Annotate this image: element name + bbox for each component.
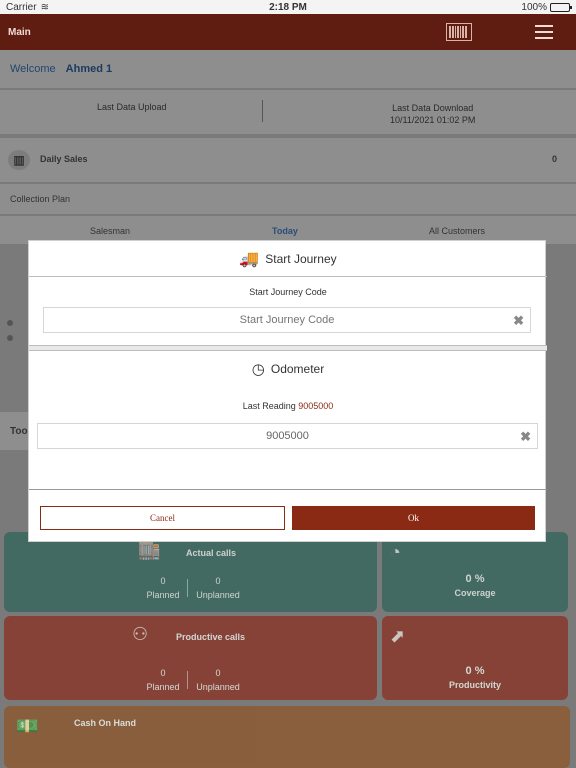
last-reading: Last Reading 9005000 [29, 401, 547, 411]
actual-unplanned: 0 Unplanned [192, 574, 244, 602]
odometer-input[interactable] [38, 430, 537, 442]
journey-code-field[interactable]: ✖ [43, 307, 531, 333]
cash-on-hand-tile[interactable]: 💵 Cash On Hand [4, 706, 570, 768]
daily-sales-label: Daily Sales [40, 154, 88, 164]
journey-code-label: Start Journey Code [249, 287, 327, 297]
start-journey-dialog: 🚚 Start Journey Start Journey Code ✖ ◷ O… [28, 240, 547, 542]
collection-plan-label: Collection Plan [10, 194, 71, 204]
productivity-label: Productivity [448, 680, 501, 690]
gauge-icon: ◷ [251, 361, 265, 378]
section-stub-label: Too [10, 426, 28, 437]
clear-odometer-icon[interactable]: ✖ [520, 429, 531, 445]
journey-section: 🚚 Start Journey Start Journey Code [29, 241, 547, 297]
welcome-bar: Welcome Ahmed 1 [0, 50, 576, 88]
clock: 2:18 PM [269, 1, 307, 13]
actual-planned: 0 Planned [140, 574, 186, 602]
coverage-info: 0 % Coverage [382, 572, 568, 600]
actual-calls-title: Actual calls [186, 548, 237, 558]
divider [262, 100, 263, 122]
bar-chart-icon: ▥ [8, 150, 30, 170]
daily-sales-value: 0 [552, 154, 558, 164]
actual-planned-value: 0 [160, 576, 166, 586]
productive-calls-title: Productive calls [176, 632, 246, 642]
app-header: Main [0, 14, 576, 50]
tab-salesman[interactable]: Salesman [90, 226, 130, 236]
user-name: Ahmed 1 [65, 63, 113, 75]
cash-hand-icon: 💵 [16, 716, 39, 736]
sync-info: Last Data Upload Last Data Download 10/1… [0, 90, 576, 134]
actual-unplanned-value: 0 [215, 576, 221, 586]
section-stub: Too [0, 412, 28, 450]
journey-title: Start Journey [265, 251, 337, 266]
coverage-tile[interactable]: ◔ 0 % Coverage [382, 532, 568, 612]
odometer-header: ◷ Odometer [29, 351, 547, 387]
clear-journey-icon[interactable]: ✖ [513, 313, 524, 329]
cancel-button[interactable]: Cancel [40, 506, 285, 530]
tab-today[interactable]: Today [272, 226, 298, 236]
left-bullets [7, 320, 13, 341]
actual-unplanned-label: Unplanned [196, 590, 240, 600]
store-icon: 🏬 [138, 540, 161, 560]
productive-planned-label: Planned [146, 682, 180, 692]
journey-header: 🚚 Start Journey [29, 241, 547, 277]
productive-unplanned-label: Unplanned [196, 682, 240, 692]
ok-button[interactable]: Ok [292, 506, 535, 530]
last-reading-label: Last Reading [242, 401, 296, 411]
truck-icon: 🚚 [239, 250, 260, 268]
daily-sales-row[interactable]: ▥ Daily Sales 0 [0, 138, 576, 182]
odometer-section: ◷ Odometer Last Reading 9005000 [29, 351, 547, 411]
productive-calls-tile[interactable]: ⚇ Productive calls 0 Planned 0 Unplanned [4, 616, 377, 700]
coverage-value: 0 % [465, 573, 485, 585]
dashboard-tiles: 🏬 Actual calls 0 Planned 0 Unplanned ◔ 0… [0, 528, 576, 768]
welcome-label: Welcome [10, 63, 56, 75]
people-icon: ⚇ [132, 624, 149, 644]
productive-planned: 0 Planned [140, 666, 186, 694]
actual-calls-tile[interactable]: 🏬 Actual calls 0 Planned 0 Unplanned [4, 532, 377, 612]
productivity-info: 0 % Productivity [382, 664, 568, 692]
battery-icon [550, 2, 572, 12]
journey-code-input[interactable] [44, 314, 530, 326]
page-title: Main [8, 26, 31, 38]
trend-chart-icon: ⬈ [390, 626, 406, 646]
collection-plan-row[interactable]: Collection Plan [0, 184, 576, 214]
cash-on-hand-title: Cash On Hand [74, 718, 137, 728]
divider [187, 671, 188, 689]
odometer-title: Odometer [270, 362, 325, 376]
actual-planned-label: Planned [146, 590, 180, 600]
last-upload-label: Last Data Upload [97, 102, 167, 112]
productive-unplanned: 0 Unplanned [192, 666, 244, 694]
last-download: Last Data Download 10/11/2021 01:02 PM [390, 102, 475, 126]
barcode-scan-icon[interactable] [446, 23, 472, 41]
last-download-time: 10/11/2021 01:02 PM [390, 115, 476, 125]
pie-chart-icon: ◔ [390, 542, 401, 562]
status-bar: Carrier ≋ 2:18 PM 100% [0, 0, 576, 14]
last-download-label: Last Data Download [392, 103, 474, 113]
productive-planned-value: 0 [160, 668, 166, 678]
tab-all-customers[interactable]: All Customers [429, 226, 485, 236]
last-reading-value: 9005000 [298, 401, 334, 411]
footer-divider [29, 489, 547, 490]
coverage-label: Coverage [454, 588, 496, 598]
productivity-tile[interactable]: ⬈ 0 % Productivity [382, 616, 568, 700]
odometer-field[interactable]: ✖ [37, 423, 538, 449]
productive-unplanned-value: 0 [215, 668, 221, 678]
productivity-value: 0 % [465, 665, 485, 677]
menu-icon[interactable] [535, 25, 553, 39]
divider [187, 579, 188, 597]
